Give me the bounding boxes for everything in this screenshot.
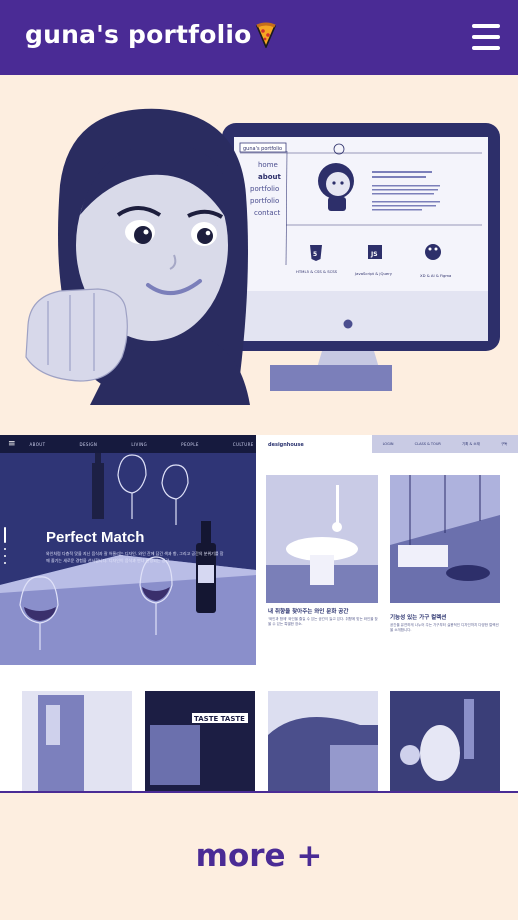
svg-text:portfolio: portfolio — [250, 185, 279, 193]
slide-indicator — [4, 527, 6, 569]
svg-text:TASTE TASTE: TASTE TASTE — [194, 715, 245, 723]
svg-text:5: 5 — [313, 251, 317, 258]
preview-nav-item: DESIGN — [79, 441, 98, 447]
card-title: 기능성 있는 가구 컬렉션 — [390, 615, 447, 621]
preview-wine-page: ≡ ABOUT DESIGN LIVING PEOPLE CULTURE Per… — [0, 435, 256, 665]
pizza-slice-icon — [255, 22, 276, 48]
preview-menu-icon: ≡ — [8, 439, 16, 449]
designhouse-logo: designhouse — [268, 442, 304, 448]
svg-text:home: home — [258, 161, 278, 169]
dh-nav-item: LOGIN — [382, 442, 394, 446]
card-image-table — [266, 475, 378, 603]
preview-body-text: 와인처럼 다층적 맛을 지닌 음식과 잘 어울리는 디자인. 와인 잔에 담긴 … — [46, 551, 224, 563]
preview-tile-row: TASTE TASTE — [0, 665, 518, 791]
preview-designhouse-page: designhouse LOGIN CLASS & TOUR 기획 & 소재 구… — [256, 435, 518, 665]
preview-nav-item: PEOPLE — [181, 441, 199, 447]
hamburger-menu-icon[interactable] — [472, 24, 500, 50]
project-preview-thumbnail[interactable]: ≡ ABOUT DESIGN LIVING PEOPLE CULTURE Per… — [0, 435, 518, 793]
memoji-avatar — [25, 108, 250, 406]
preview-nav-item: ABOUT — [29, 441, 46, 447]
svg-text:JS: JS — [370, 251, 378, 258]
more-button[interactable]: more + — [0, 838, 518, 874]
hero-illustration: guna's portfolio home about portfolio po… — [25, 108, 500, 406]
svg-text:HTML5 & CSS & SCSS: HTML5 & CSS & SCSS — [296, 269, 338, 274]
preview-nav-bar: ≡ ABOUT DESIGN LIVING PEOPLE CULTURE — [0, 435, 256, 453]
wine-photo — [0, 449, 256, 665]
dh-nav-item: 구독 — [500, 441, 508, 446]
top-navigation-bar: guna's portfolio — [0, 0, 518, 75]
svg-text:guna's portfolio: guna's portfolio — [243, 146, 282, 152]
site-logo[interactable]: guna's portfolio — [25, 20, 277, 49]
dh-nav-item: CLASS & TOUR — [414, 442, 441, 446]
svg-text:portfolio: portfolio — [250, 197, 279, 205]
svg-text:XD & AI & Figma: XD & AI & Figma — [420, 273, 451, 278]
site-title: guna's portfolio — [25, 20, 252, 49]
preview-headline: Perfect Match — [46, 529, 145, 546]
svg-text:contact: contact — [254, 209, 280, 217]
svg-text:about: about — [258, 173, 282, 181]
card-image-interior — [390, 475, 500, 603]
card-text: 공간을 유연하게 나누어 주는 가구부터 실용적인 디자인까지 다양한 컬렉션을… — [390, 623, 499, 632]
preview-nav-item: LIVING — [131, 441, 148, 447]
dh-nav-item: 기획 & 소재 — [461, 441, 480, 446]
preview-nav-item: CULTURE — [232, 441, 254, 447]
card-title: 내 취향을 찾아주는 와인 문화 공간 — [268, 609, 349, 615]
svg-text:JavaScript & jQuery: JavaScript & jQuery — [354, 271, 393, 276]
monitor-illustration: guna's portfolio home about portfolio po… — [222, 123, 500, 391]
card-text: '와인과 함께' 와인을 즐길 수 있는 공간이 늘고 있다. 취향에 맞는 와… — [268, 617, 378, 626]
designhouse-nav: LOGIN CLASS & TOUR 기획 & 소재 구독 — [372, 435, 518, 453]
